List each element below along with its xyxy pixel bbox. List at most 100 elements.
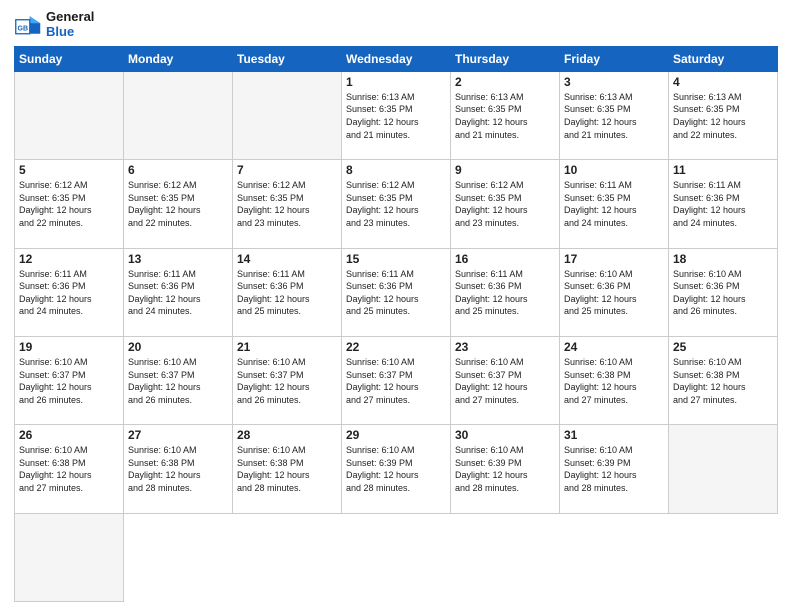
day-info: Sunrise: 6:11 AM Sunset: 6:36 PM Dayligh… [19, 268, 119, 318]
calendar-day-4: 4 Sunrise: 6:13 AM Sunset: 6:35 PM Daylig… [669, 71, 778, 159]
day-info: Sunrise: 6:11 AM Sunset: 6:36 PM Dayligh… [237, 268, 337, 318]
day-info: Sunrise: 6:11 AM Sunset: 6:36 PM Dayligh… [673, 179, 773, 229]
calendar-day-8: 8 Sunrise: 6:12 AM Sunset: 6:35 PM Daylig… [342, 160, 451, 248]
calendar-day-9: 9 Sunrise: 6:12 AM Sunset: 6:35 PM Daylig… [451, 160, 560, 248]
calendar-weekday-friday: Friday [560, 46, 669, 71]
day-info: Sunrise: 6:10 AM Sunset: 6:38 PM Dayligh… [237, 444, 337, 494]
day-number: 29 [346, 428, 446, 442]
day-info: Sunrise: 6:12 AM Sunset: 6:35 PM Dayligh… [237, 179, 337, 229]
day-number: 22 [346, 340, 446, 354]
day-number: 9 [455, 163, 555, 177]
day-number: 11 [673, 163, 773, 177]
calendar-day-7: 7 Sunrise: 6:12 AM Sunset: 6:35 PM Daylig… [233, 160, 342, 248]
calendar-day-21: 21Sunrise: 6:10 AM Sunset: 6:37 PM Dayli… [233, 336, 342, 424]
calendar-row: 12 Sunrise: 6:11 AM Sunset: 6:36 PM Dayli… [15, 248, 778, 336]
calendar-weekday-tuesday: Tuesday [233, 46, 342, 71]
day-number: 16 [455, 252, 555, 266]
calendar-table: SundayMondayTuesdayWednesdayThursdayFrid… [14, 46, 778, 602]
day-number: 20 [128, 340, 228, 354]
day-info: Sunrise: 6:10 AM Sunset: 6:37 PM Dayligh… [237, 356, 337, 406]
calendar-header-row: SundayMondayTuesdayWednesdayThursdayFrid… [15, 46, 778, 71]
day-number: 24 [564, 340, 664, 354]
calendar-day-empty [669, 425, 778, 513]
day-info: Sunrise: 6:10 AM Sunset: 6:36 PM Dayligh… [673, 268, 773, 318]
calendar-day-12: 12 Sunrise: 6:11 AM Sunset: 6:36 PM Dayli… [15, 248, 124, 336]
day-info: Sunrise: 6:12 AM Sunset: 6:35 PM Dayligh… [455, 179, 555, 229]
day-number: 14 [237, 252, 337, 266]
calendar-day-empty [124, 71, 233, 159]
calendar-day-20: 20 Sunrise: 6:10 AM Sunset: 6:37 PM Dayli… [124, 336, 233, 424]
day-number: 15 [346, 252, 446, 266]
calendar-day-15: 15 Sunrise: 6:11 AM Sunset: 6:36 PM Dayli… [342, 248, 451, 336]
day-number: 1 [346, 75, 446, 89]
calendar-day-1: 1 Sunrise: 6:13 AM Sunset: 6:35 PM Daylig… [342, 71, 451, 159]
day-number: 6 [128, 163, 228, 177]
logo-icon: GB [14, 11, 42, 39]
day-info: Sunrise: 6:10 AM Sunset: 6:37 PM Dayligh… [19, 356, 119, 406]
calendar-day-6: 6 Sunrise: 6:12 AM Sunset: 6:35 PM Daylig… [124, 160, 233, 248]
day-number: 28 [237, 428, 337, 442]
calendar-day-19: 19Sunrise: 6:10 AM Sunset: 6:37 PM Dayli… [15, 336, 124, 424]
calendar-day-3: 3 Sunrise: 6:13 AM Sunset: 6:35 PM Daylig… [560, 71, 669, 159]
day-number: 13 [128, 252, 228, 266]
logo-text: General Blue [46, 10, 94, 40]
calendar-day-5: 5 Sunrise: 6:12 AM Sunset: 6:35 PM Daylig… [15, 160, 124, 248]
day-info: Sunrise: 6:12 AM Sunset: 6:35 PM Dayligh… [346, 179, 446, 229]
day-info: Sunrise: 6:13 AM Sunset: 6:35 PM Dayligh… [346, 91, 446, 141]
day-number: 30 [455, 428, 555, 442]
day-number: 4 [673, 75, 773, 89]
day-number: 27 [128, 428, 228, 442]
calendar-day-29: 29 Sunrise: 6:10 AM Sunset: 6:39 PM Dayli… [342, 425, 451, 513]
calendar-day-13: 13Sunrise: 6:11 AM Sunset: 6:36 PM Dayli… [124, 248, 233, 336]
day-info: Sunrise: 6:10 AM Sunset: 6:36 PM Dayligh… [564, 268, 664, 318]
calendar-day-11: 11 Sunrise: 6:11 AM Sunset: 6:36 PM Dayli… [669, 160, 778, 248]
day-number: 17 [564, 252, 664, 266]
day-number: 12 [19, 252, 119, 266]
calendar-day-25: 25 Sunrise: 6:10 AM Sunset: 6:38 PM Dayli… [669, 336, 778, 424]
calendar-weekday-wednesday: Wednesday [342, 46, 451, 71]
day-info: Sunrise: 6:12 AM Sunset: 6:35 PM Dayligh… [19, 179, 119, 229]
day-info: Sunrise: 6:13 AM Sunset: 6:35 PM Dayligh… [564, 91, 664, 141]
day-info: Sunrise: 6:11 AM Sunset: 6:35 PM Dayligh… [564, 179, 664, 229]
day-info: Sunrise: 6:12 AM Sunset: 6:35 PM Dayligh… [128, 179, 228, 229]
day-info: Sunrise: 6:10 AM Sunset: 6:38 PM Dayligh… [673, 356, 773, 406]
calendar-day-26: 26Sunrise: 6:10 AM Sunset: 6:38 PM Dayli… [15, 425, 124, 513]
day-number: 26 [19, 428, 119, 442]
day-info: Sunrise: 6:10 AM Sunset: 6:39 PM Dayligh… [455, 444, 555, 494]
calendar-day-31: 31Sunrise: 6:10 AM Sunset: 6:39 PM Dayli… [560, 425, 669, 513]
day-number: 7 [237, 163, 337, 177]
day-info: Sunrise: 6:11 AM Sunset: 6:36 PM Dayligh… [346, 268, 446, 318]
day-info: Sunrise: 6:10 AM Sunset: 6:39 PM Dayligh… [346, 444, 446, 494]
calendar-day-23: 23Sunrise: 6:10 AM Sunset: 6:37 PM Dayli… [451, 336, 560, 424]
calendar-day-17: 17 Sunrise: 6:10 AM Sunset: 6:36 PM Dayli… [560, 248, 669, 336]
calendar-day-22: 22 Sunrise: 6:10 AM Sunset: 6:37 PM Dayli… [342, 336, 451, 424]
calendar-row: 19Sunrise: 6:10 AM Sunset: 6:37 PM Dayli… [15, 336, 778, 424]
day-number: 2 [455, 75, 555, 89]
calendar-day-empty [233, 71, 342, 159]
day-info: Sunrise: 6:10 AM Sunset: 6:37 PM Dayligh… [128, 356, 228, 406]
day-info: Sunrise: 6:13 AM Sunset: 6:35 PM Dayligh… [673, 91, 773, 141]
day-number: 31 [564, 428, 664, 442]
calendar-row: 1 Sunrise: 6:13 AM Sunset: 6:35 PM Daylig… [15, 71, 778, 159]
day-info: Sunrise: 6:11 AM Sunset: 6:36 PM Dayligh… [455, 268, 555, 318]
calendar-row: 5 Sunrise: 6:12 AM Sunset: 6:35 PM Daylig… [15, 160, 778, 248]
day-info: Sunrise: 6:10 AM Sunset: 6:37 PM Dayligh… [346, 356, 446, 406]
day-info: Sunrise: 6:13 AM Sunset: 6:35 PM Dayligh… [455, 91, 555, 141]
day-info: Sunrise: 6:10 AM Sunset: 6:38 PM Dayligh… [128, 444, 228, 494]
logo: GB General Blue [14, 10, 94, 40]
calendar-day-empty [15, 513, 124, 601]
day-number: 8 [346, 163, 446, 177]
calendar-day-10: 10Sunrise: 6:11 AM Sunset: 6:35 PM Dayli… [560, 160, 669, 248]
calendar-weekday-monday: Monday [124, 46, 233, 71]
day-number: 5 [19, 163, 119, 177]
calendar-weekday-sunday: Sunday [15, 46, 124, 71]
calendar-day-14: 14 Sunrise: 6:11 AM Sunset: 6:36 PM Dayli… [233, 248, 342, 336]
day-number: 25 [673, 340, 773, 354]
day-info: Sunrise: 6:10 AM Sunset: 6:37 PM Dayligh… [455, 356, 555, 406]
calendar-row: 26 Sunrise: 6:10 AM Sunset: 6:38 PM Dayli… [15, 425, 778, 513]
calendar-row [15, 513, 778, 601]
day-number: 3 [564, 75, 664, 89]
page: GB General Blue SundayMondayTuesdayWedne… [0, 0, 792, 612]
calendar-day-28: 28 Sunrise: 6:10 AM Sunset: 6:38 PM Dayli… [233, 425, 342, 513]
calendar-day-16: 16 Sunrise: 6:11 AM Sunset: 6:36 PM Dayli… [451, 248, 560, 336]
